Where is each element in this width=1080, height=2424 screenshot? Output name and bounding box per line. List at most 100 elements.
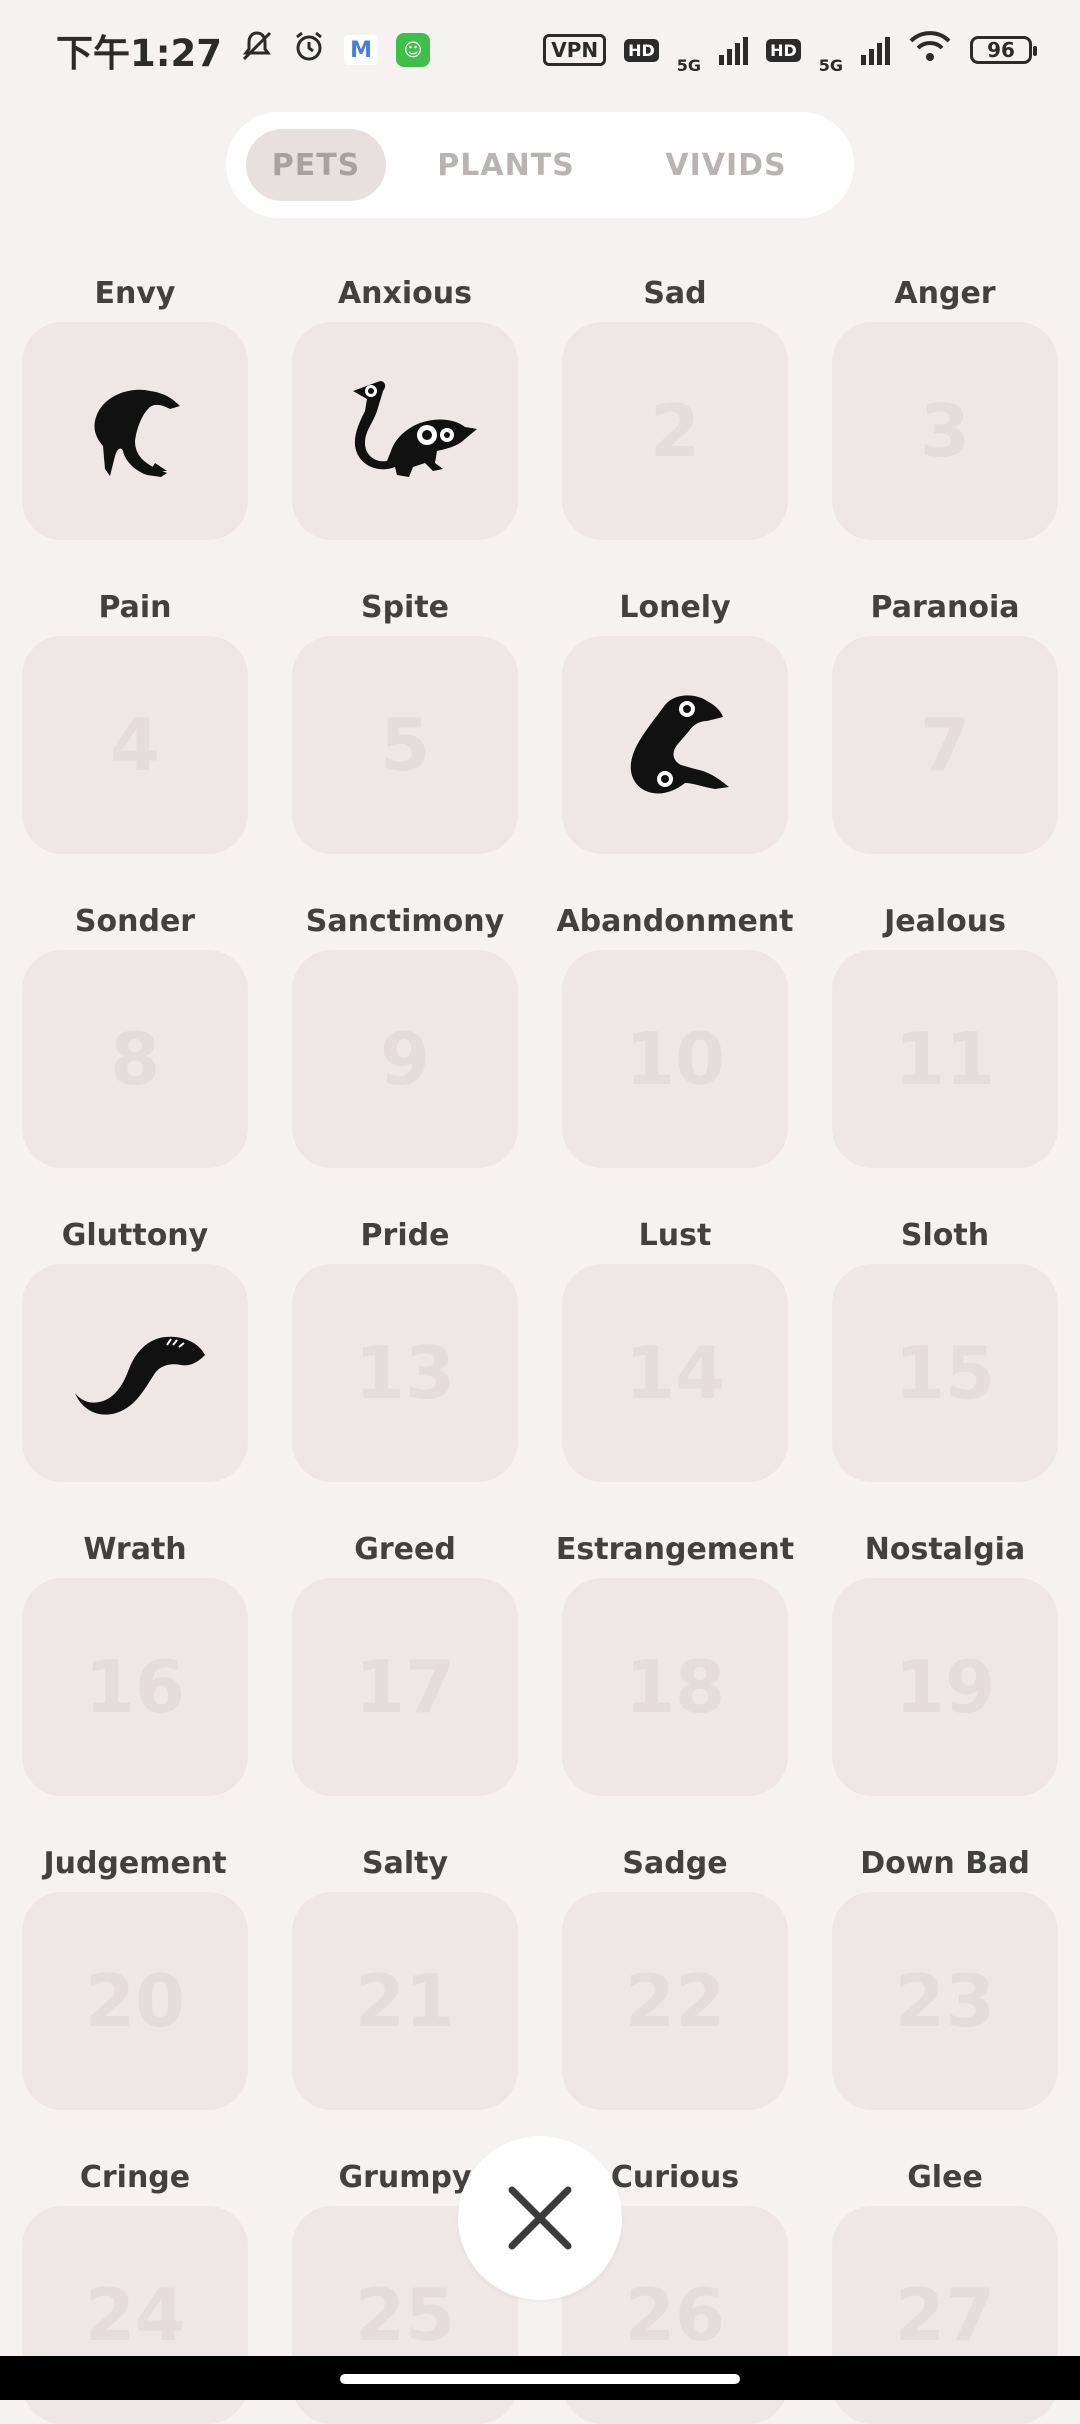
card-number: 22: [624, 1959, 726, 2043]
status-right: VPN HD 5G HD 5G 96: [543, 26, 1037, 75]
locked-card[interactable]: 17: [292, 1578, 518, 1796]
card-number: 10: [624, 1017, 726, 1101]
tab-pets[interactable]: PETS: [246, 129, 386, 201]
locked-card[interactable]: 18: [562, 1578, 788, 1796]
locked-card[interactable]: 4: [22, 636, 248, 854]
card-number: 17: [354, 1645, 456, 1729]
locked-card[interactable]: 14: [562, 1264, 788, 1482]
cell-label: Sanctimony: [305, 904, 505, 939]
locked-card[interactable]: 8: [22, 950, 248, 1168]
grid-cell-lonely: Lonely: [562, 582, 788, 854]
pet-card[interactable]: [22, 322, 248, 540]
card-number: 24: [84, 2273, 186, 2357]
locked-card[interactable]: 20: [22, 1892, 248, 2110]
grid-cell-nostalgia: Nostalgia 19: [832, 1524, 1058, 1796]
envy-pet-icon: [94, 389, 180, 477]
card-number: 7: [919, 703, 971, 787]
grid-cell-sonder: Sonder 8: [22, 896, 248, 1168]
grid-cell-pride: Pride 13: [292, 1210, 518, 1482]
cell-label: Lust: [638, 1218, 712, 1253]
cell-label: Wrath: [83, 1532, 187, 1567]
cell-label: Anxious: [337, 276, 473, 311]
cell-label: Judgement: [43, 1846, 227, 1881]
grid-cell-sad: Sad 2: [562, 268, 788, 540]
lonely-pet-icon: [630, 695, 729, 794]
card-number: 4: [109, 703, 161, 787]
grid-cell-sadge: Sadge 22: [562, 1838, 788, 2110]
grid-cell-jealous: Jealous 11: [832, 896, 1058, 1168]
mute-bell-icon: [240, 29, 274, 71]
grid-cell-greed: Greed 17: [292, 1524, 518, 1796]
cell-label: Sadge: [622, 1846, 728, 1881]
locked-card[interactable]: 10: [562, 950, 788, 1168]
locked-card[interactable]: 7: [832, 636, 1058, 854]
cell-label: Glee: [907, 2160, 983, 2195]
grid-cell-abandonment: Abandonment 10: [556, 896, 794, 1168]
tab-plants[interactable]: PLANTS: [390, 129, 622, 201]
card-number: 20: [84, 1959, 186, 2043]
status-time: 下午1:27: [56, 32, 223, 75]
cell-label: Abandonment: [556, 904, 794, 939]
cell-label: Anger: [894, 276, 996, 311]
cell-label: Salty: [361, 1846, 449, 1881]
pet-card[interactable]: [562, 636, 788, 854]
signal-icon-2: [861, 35, 890, 65]
pet-grid: Envy Anxious Sad 2 Anger 3 Pain 4 Spite …: [22, 268, 1058, 2424]
locked-card[interactable]: 5: [292, 636, 518, 854]
grid-cell-lust: Lust 14: [562, 1210, 788, 1482]
cell-label: Down Bad: [860, 1846, 1030, 1881]
locked-card[interactable]: 23: [832, 1892, 1058, 2110]
battery-icon: 96: [970, 36, 1037, 64]
cell-label: Estrangement: [555, 1532, 795, 1567]
grid-cell-anger: Anger 3: [832, 268, 1058, 540]
locked-card[interactable]: 22: [562, 1892, 788, 2110]
locked-card[interactable]: 11: [832, 950, 1058, 1168]
wifi-icon: [908, 29, 952, 71]
locked-card[interactable]: 19: [832, 1578, 1058, 1796]
anxious-pet-icon: [353, 381, 477, 477]
cell-label: Sonder: [74, 904, 196, 939]
pet-card[interactable]: [292, 322, 518, 540]
close-button[interactable]: [458, 2136, 622, 2300]
locked-card[interactable]: 16: [22, 1578, 248, 1796]
cell-label: Sad: [643, 276, 707, 311]
tab-vivids[interactable]: VIVIDS: [626, 129, 826, 201]
locked-card[interactable]: 2: [562, 322, 788, 540]
grid-cell-gluttony: Gluttony: [22, 1210, 248, 1482]
cell-label: Sloth: [900, 1218, 990, 1253]
cell-label: Spite: [360, 590, 450, 625]
grid-cell-judgement: Judgement 20: [22, 1838, 248, 2110]
card-number: 3: [919, 389, 971, 473]
card-number: 27: [894, 2273, 996, 2357]
locked-card[interactable]: 9: [292, 950, 518, 1168]
grid-cell-sloth: Sloth 15: [832, 1210, 1058, 1482]
card-number: 21: [354, 1959, 456, 2043]
cell-label: Cringe: [79, 2160, 191, 2195]
home-indicator[interactable]: [340, 2374, 740, 2384]
network-type-1: 5G: [676, 56, 702, 75]
cell-label: Lonely: [619, 590, 731, 625]
pet-card[interactable]: [22, 1264, 248, 1482]
card-number: 9: [379, 1017, 431, 1101]
gluttony-pet-icon: [75, 1336, 205, 1415]
locked-card[interactable]: 21: [292, 1892, 518, 2110]
card-number: 13: [354, 1331, 456, 1415]
grid-cell-envy: Envy: [22, 268, 248, 540]
status-left: 下午1:27 M ☺: [56, 23, 431, 77]
locked-card[interactable]: 13: [292, 1264, 518, 1482]
grid-cell-sanctimony: Sanctimony 9: [292, 896, 518, 1168]
locked-card[interactable]: 15: [832, 1264, 1058, 1482]
alarm-clock-icon: [292, 29, 326, 71]
locked-card[interactable]: 3: [832, 322, 1058, 540]
card-number: 14: [624, 1331, 726, 1415]
grid-cell-cringe: Cringe 24: [22, 2152, 248, 2424]
grid-cell-wrath: Wrath 16: [22, 1524, 248, 1796]
grid-cell-down-bad: Down Bad 23: [832, 1838, 1058, 2110]
card-number: 19: [894, 1645, 996, 1729]
battery-level: 96: [987, 38, 1015, 62]
card-number: 5: [379, 703, 431, 787]
cell-label: Gluttony: [61, 1218, 209, 1253]
cell-label: Pride: [360, 1218, 450, 1253]
grid-cell-anxious: Anxious: [292, 268, 518, 540]
card-number: 26: [624, 2273, 726, 2357]
